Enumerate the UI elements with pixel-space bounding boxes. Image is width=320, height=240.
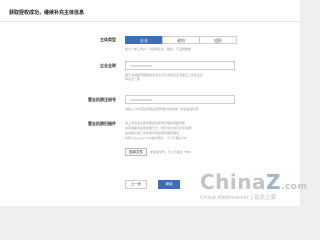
license-scan-hint-line-1: 请上传营业执照清晰彩色原件扫描件或数码照 bbox=[125, 121, 186, 125]
company-name-hint-line-2: 称完全一致 bbox=[125, 77, 141, 81]
license-number-hint: 请输入15位营业执照注册号或18位的统一社会信用代码 bbox=[125, 107, 199, 111]
license-number-label: 营业执照注册号 bbox=[88, 97, 116, 102]
previous-step-button[interactable]: 上一步 bbox=[125, 180, 147, 189]
subject-type-option-enterprise[interactable]: 企业 bbox=[125, 36, 163, 44]
title-divider bbox=[0, 21, 300, 22]
page-title: 获取授权成功，继续补充主体信息 bbox=[9, 10, 85, 16]
file-status: 未选择文件，大小不超过 5MB bbox=[150, 150, 191, 154]
subject-type-hint: 如为个体工商户，请选择企业，组织：产品规格数 bbox=[125, 47, 192, 51]
license-scan-hint-line-3: 由中国大陆工商局或市场监督管理局颁发 bbox=[125, 131, 180, 135]
choose-file-button[interactable]: 选择文件 bbox=[125, 148, 147, 156]
company-name-label: 企业全称 bbox=[100, 63, 116, 68]
watermark-logo: ChinaZ.com bbox=[200, 170, 308, 194]
subject-type-option-organization[interactable]: 组织 bbox=[199, 36, 237, 44]
company-name-input[interactable] bbox=[125, 61, 235, 70]
redacted-value bbox=[130, 65, 152, 67]
subject-type-option-government[interactable]: 政府 bbox=[162, 36, 200, 44]
subject-type-label: 主体类型 bbox=[100, 37, 116, 42]
watermark-subtitle: China Webmaster | 站长之家 bbox=[200, 195, 277, 201]
redacted-value bbox=[130, 99, 152, 101]
license-number-input[interactable] bbox=[125, 95, 235, 104]
license-scan-hint-line-4: 支持 jpg jpeg bmp格式照片，大小不超过5M bbox=[125, 136, 187, 140]
license-scan-label: 营业执照扫描件 bbox=[88, 121, 116, 126]
continue-button[interactable]: 继续 bbox=[158, 180, 180, 189]
license-scan-hint-line-2: 在有效期内且年检章齐全（当年成立的可无年检章） bbox=[125, 126, 195, 130]
